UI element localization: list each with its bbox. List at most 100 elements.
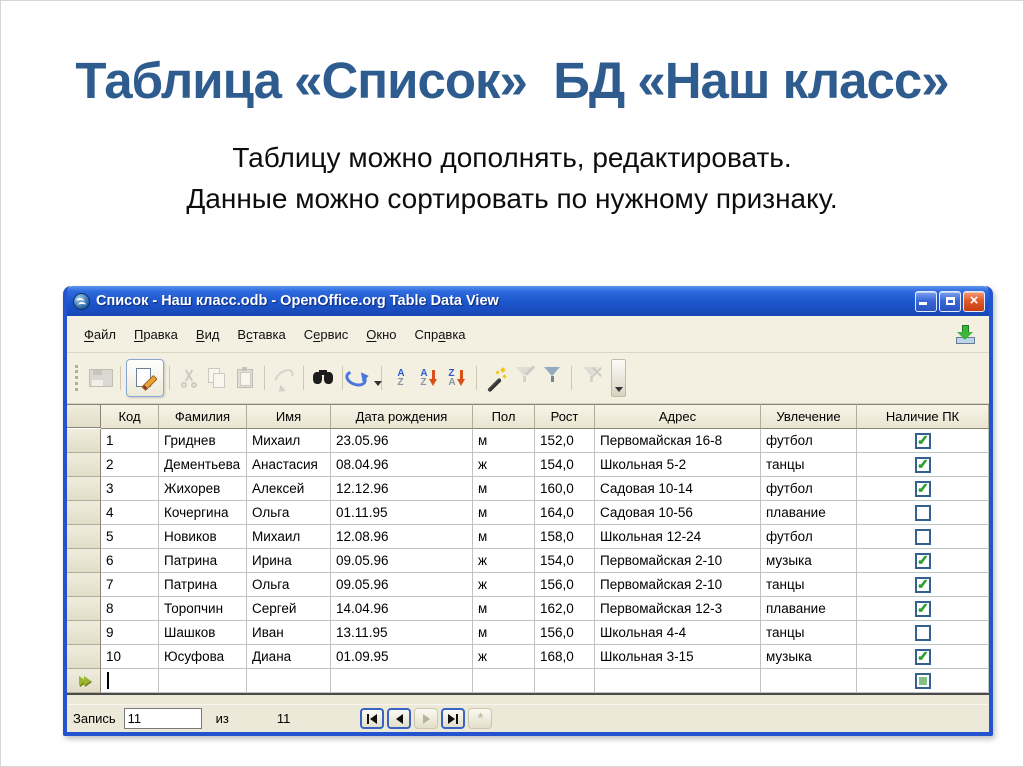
empty-cell[interactable] bbox=[595, 669, 761, 693]
cell[interactable]: Ольга bbox=[247, 501, 331, 525]
toolbar-overflow-button[interactable] bbox=[611, 359, 626, 397]
cell[interactable]: 8 bbox=[101, 597, 159, 621]
checkbox-checked[interactable]: ✓ bbox=[914, 648, 931, 665]
cell[interactable]: ж bbox=[473, 573, 535, 597]
cell[interactable]: 152,0 bbox=[535, 429, 595, 453]
cell[interactable]: Школьная 3-15 bbox=[595, 645, 761, 669]
cell[interactable]: 4 bbox=[101, 501, 159, 525]
cell[interactable]: Гриднев bbox=[159, 429, 247, 453]
cell[interactable]: 01.11.95 bbox=[331, 501, 473, 525]
cell[interactable]: м bbox=[473, 525, 535, 549]
menu-вид[interactable]: Вид bbox=[187, 324, 229, 345]
cell[interactable]: м bbox=[473, 429, 535, 453]
sort-ascending-button[interactable]: AZ bbox=[415, 364, 443, 392]
menu-окно[interactable]: Окно bbox=[357, 324, 405, 345]
cell[interactable]: 12.08.96 bbox=[331, 525, 473, 549]
cell[interactable]: Кочергина bbox=[159, 501, 247, 525]
cell[interactable]: Михаил bbox=[247, 429, 331, 453]
cell[interactable]: Патрина bbox=[159, 573, 247, 597]
empty-cell[interactable] bbox=[159, 669, 247, 693]
cell[interactable]: Школьная 4-4 bbox=[595, 621, 761, 645]
cell[interactable]: 9 bbox=[101, 621, 159, 645]
checkbox-checked[interactable]: ✓ bbox=[914, 600, 931, 617]
cell[interactable]: 09.05.96 bbox=[331, 573, 473, 597]
row-selector[interactable] bbox=[67, 573, 101, 597]
empty-cell[interactable] bbox=[761, 669, 857, 693]
minimize-button[interactable] bbox=[915, 290, 937, 312]
cell[interactable]: Ирина bbox=[247, 549, 331, 573]
cell[interactable]: Алексей bbox=[247, 477, 331, 501]
first-record-button[interactable] bbox=[360, 708, 385, 729]
row-selector[interactable] bbox=[67, 429, 101, 453]
cell[interactable]: танцы bbox=[761, 621, 857, 645]
menu-файл[interactable]: Файл bbox=[75, 324, 125, 345]
cell[interactable]: 6 bbox=[101, 549, 159, 573]
refresh-button[interactable] bbox=[343, 364, 382, 392]
cell[interactable]: 162,0 bbox=[535, 597, 595, 621]
cell[interactable]: 156,0 bbox=[535, 573, 595, 597]
row-selector[interactable] bbox=[67, 477, 101, 501]
column-header-наличие-пк[interactable]: Наличие ПК bbox=[857, 404, 989, 429]
cell[interactable]: музыка bbox=[761, 645, 857, 669]
close-button[interactable]: × bbox=[963, 290, 985, 312]
empty-cell[interactable] bbox=[101, 669, 159, 693]
cell[interactable]: ж bbox=[473, 549, 535, 573]
cell[interactable]: 158,0 bbox=[535, 525, 595, 549]
cell[interactable]: 12.12.96 bbox=[331, 477, 473, 501]
cell[interactable]: Садовая 10-56 bbox=[595, 501, 761, 525]
checkbox-unchecked[interactable] bbox=[914, 504, 931, 521]
cell[interactable]: 7 bbox=[101, 573, 159, 597]
row-selector[interactable] bbox=[67, 525, 101, 549]
cell[interactable]: Первомайская 12-3 bbox=[595, 597, 761, 621]
empty-cell[interactable] bbox=[473, 669, 535, 693]
cell[interactable]: Школьная 12-24 bbox=[595, 525, 761, 549]
edit-data-button[interactable] bbox=[126, 359, 164, 397]
maximize-button[interactable] bbox=[939, 290, 961, 312]
cell[interactable]: Патрина bbox=[159, 549, 247, 573]
cell[interactable]: 3 bbox=[101, 477, 159, 501]
cell[interactable]: 156,0 bbox=[535, 621, 595, 645]
cell[interactable]: Первомайская 2-10 bbox=[595, 549, 761, 573]
cell[interactable]: 164,0 bbox=[535, 501, 595, 525]
row-selector[interactable] bbox=[67, 501, 101, 525]
cell[interactable]: Дементьева bbox=[159, 453, 247, 477]
cell[interactable]: футбол bbox=[761, 525, 857, 549]
column-header-имя[interactable]: Имя bbox=[247, 404, 331, 429]
cell[interactable]: плавание bbox=[761, 501, 857, 525]
cell[interactable]: Анастасия bbox=[247, 453, 331, 477]
cell[interactable]: м bbox=[473, 621, 535, 645]
checkbox-unchecked[interactable] bbox=[914, 528, 931, 545]
autofilter-button[interactable] bbox=[482, 364, 510, 392]
menu-правка[interactable]: Правка bbox=[125, 324, 187, 345]
cell[interactable]: 160,0 bbox=[535, 477, 595, 501]
previous-record-button[interactable] bbox=[387, 708, 412, 729]
row-selector[interactable] bbox=[67, 549, 101, 573]
cell[interactable]: м bbox=[473, 477, 535, 501]
cell[interactable]: Михаил bbox=[247, 525, 331, 549]
cell[interactable]: 08.04.96 bbox=[331, 453, 473, 477]
row-selector[interactable] bbox=[67, 597, 101, 621]
cell[interactable]: Первомайская 2-10 bbox=[595, 573, 761, 597]
cell[interactable]: 2 bbox=[101, 453, 159, 477]
cell[interactable]: м bbox=[473, 501, 535, 525]
menu-вставка[interactable]: Вставка bbox=[228, 324, 294, 345]
cell[interactable]: 01.09.95 bbox=[331, 645, 473, 669]
cell[interactable]: Юсуфова bbox=[159, 645, 247, 669]
checkbox-checked[interactable]: ✓ bbox=[914, 432, 931, 449]
window-titlebar[interactable]: Список - Наш класс.odb - OpenOffice.org … bbox=[67, 286, 989, 316]
cell[interactable]: м bbox=[473, 597, 535, 621]
find-record-button[interactable] bbox=[309, 364, 337, 392]
cell[interactable]: плавание bbox=[761, 597, 857, 621]
cell[interactable]: ж bbox=[473, 453, 535, 477]
cell[interactable]: футбол bbox=[761, 477, 857, 501]
cell[interactable]: танцы bbox=[761, 573, 857, 597]
cell[interactable]: 154,0 bbox=[535, 549, 595, 573]
checkbox-checked[interactable]: ✓ bbox=[914, 456, 931, 473]
cell[interactable]: Шашков bbox=[159, 621, 247, 645]
checkbox-checked[interactable]: ✓ bbox=[914, 576, 931, 593]
cell[interactable]: Садовая 10-14 bbox=[595, 477, 761, 501]
cell[interactable]: танцы bbox=[761, 453, 857, 477]
toolbar-drag-handle[interactable] bbox=[75, 365, 81, 391]
column-header-рост[interactable]: Рост bbox=[535, 404, 595, 429]
cell[interactable]: футбол bbox=[761, 429, 857, 453]
